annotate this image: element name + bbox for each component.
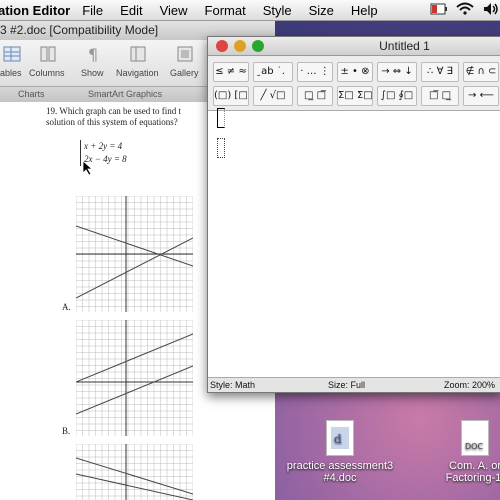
arrows-palette[interactable]: → ⇔ ↓ — [377, 62, 417, 82]
ribbon-columns-label[interactable]: Columns — [29, 68, 65, 78]
graph-c — [76, 444, 193, 500]
status-size: Size: Full — [328, 380, 366, 390]
svg-text:d: d — [334, 432, 342, 446]
graph-a — [76, 196, 193, 312]
ribbon-navigation-label[interactable]: Navigation — [116, 68, 159, 78]
equation-insertion-slot[interactable] — [217, 108, 225, 128]
question-line-1: 19. Which graph can be used to find t — [46, 106, 182, 116]
ribbon-group-charts[interactable]: Charts — [18, 89, 45, 99]
desktop-file-label-line2: Factoring-1. — [445, 472, 500, 484]
equation-editor-titlebar[interactable]: Untitled 1 — [208, 37, 500, 56]
menu-size[interactable]: Size — [309, 3, 334, 18]
fence-templates-palette[interactable]: (□) [□] — [213, 86, 249, 106]
equation-empty-slot[interactable] — [217, 138, 225, 158]
word-document-icon: d — [326, 420, 354, 456]
menu-help[interactable]: Help — [351, 3, 378, 18]
menu-bar: ation Editor File Edit View Format Style… — [0, 0, 500, 21]
desktop-file-label-line1: Com. A. or — [449, 460, 500, 472]
status-style: Style: Math — [210, 380, 256, 390]
logic-palette[interactable]: ∴ ∀ ∃ — [421, 62, 459, 82]
mouse-pointer-icon — [82, 160, 94, 176]
symbol-palette-toolbar: ≤ ≠ ≈ ̱ab ˙. ‧ … ⋮ ± • ⊗ → ⇔ ↓ ∴ ∀ ∃ ∉ ∩… — [208, 56, 500, 111]
underbar-overbar-palette[interactable]: □̅ □̲ — [421, 86, 459, 106]
ribbon-group-smartart[interactable]: SmartArt Graphics — [88, 89, 162, 99]
fraction-radical-palette[interactable]: ╱ √□ — [253, 86, 293, 106]
embellishments-palette[interactable]: ‧ … ⋮ — [297, 62, 333, 82]
equation-editor-window: Untitled 1 ≤ ≠ ≈ ̱ab ˙. ‧ … ⋮ ± • ⊗ → ⇔ … — [207, 36, 500, 393]
ribbon-gallery-label[interactable]: Gallery — [170, 68, 199, 78]
desktop-file-label-line1: practice assessment3 — [286, 460, 394, 472]
labeled-arrows-palette[interactable]: → ⟵ — [463, 86, 499, 106]
doc-file-icon: DOC — [461, 420, 489, 456]
ribbon-show-label[interactable]: Show — [81, 68, 104, 78]
desktop-file-factoring[interactable]: DOC Com. A. or Factoring-1. — [440, 420, 500, 484]
columns-icon[interactable] — [38, 44, 58, 64]
operators-palette[interactable]: ± • ⊗ — [337, 62, 373, 82]
menu-edit[interactable]: Edit — [120, 3, 142, 18]
pilcrow-icon[interactable]: ¶ — [83, 44, 103, 64]
summation-palette[interactable]: Σ□ Σ□ — [337, 86, 373, 106]
navigation-icon[interactable] — [128, 44, 148, 64]
option-label-b: B. — [62, 426, 71, 436]
menu-file[interactable]: File — [82, 3, 103, 18]
volume-icon[interactable] — [482, 2, 500, 19]
desktop-file-practice-assessment[interactable]: d practice assessment3 #4.doc — [280, 420, 400, 484]
svg-text:¶: ¶ — [88, 45, 98, 64]
set-theory-palette[interactable]: ∉ ∩ ⊂ — [463, 62, 499, 82]
battery-icon[interactable] — [430, 2, 448, 19]
option-label-a: A. — [62, 302, 71, 312]
ribbon-tables-label[interactable]: ables — [0, 68, 22, 78]
menu-view[interactable]: View — [160, 3, 188, 18]
gallery-icon[interactable] — [175, 44, 195, 64]
relations-palette[interactable]: ≤ ≠ ≈ — [213, 62, 249, 82]
question-text: 19. Which graph can be used to find t so… — [46, 106, 216, 128]
tables-icon[interactable] — [2, 44, 22, 64]
integral-palette[interactable]: ∫□ ∮□ — [377, 86, 417, 106]
menu-format[interactable]: Format — [205, 3, 246, 18]
menu-style[interactable]: Style — [263, 3, 292, 18]
status-zoom: Zoom: 200% — [444, 380, 496, 390]
graph-b — [76, 320, 193, 436]
spaces-ellipses-palette[interactable]: ̱ab ˙. — [253, 62, 293, 82]
equation-1: x + 2y = 4 — [84, 141, 123, 151]
equation-editor-statusbar: Style: Math Size: Full Zoom: 200% — [208, 377, 500, 392]
equation-editor-title: Untitled 1 — [379, 39, 430, 53]
question-line-2: solution of this system of equations? — [46, 117, 178, 127]
svg-text:DOC: DOC — [465, 442, 483, 451]
subscript-superscript-palette[interactable]: □̲ □̅ — [297, 86, 333, 106]
wifi-icon[interactable] — [456, 2, 474, 19]
desktop-file-label-line2: #4.doc — [323, 472, 357, 484]
app-menu[interactable]: ation Editor — [0, 3, 70, 18]
